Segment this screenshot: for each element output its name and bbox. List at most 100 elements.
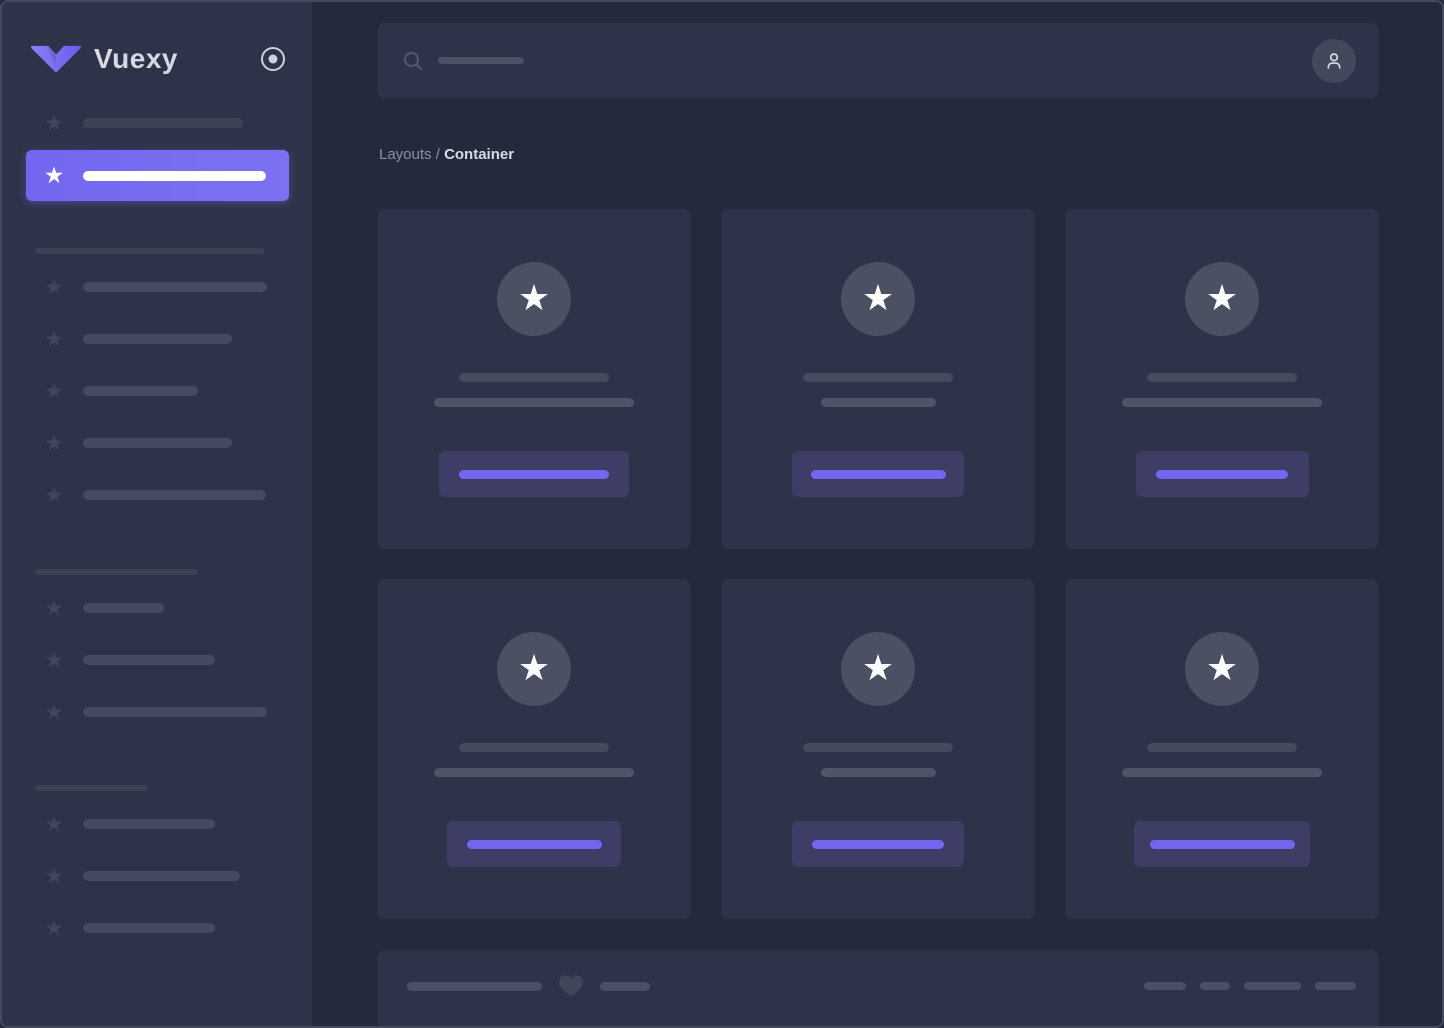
section-items: ★ ★ ★ — [2, 596, 312, 724]
sidebar-pin-toggle-icon[interactable] — [260, 46, 286, 72]
star-icon: ★ — [44, 812, 64, 836]
card-title-bar — [803, 743, 953, 752]
sidebar-menu-item[interactable]: ★ — [2, 379, 312, 403]
sidebar-menu-item[interactable]: ★ — [2, 812, 312, 836]
card-subtitle-bar — [1122, 398, 1322, 407]
button-label-bar — [466, 839, 602, 849]
footer-link-bar[interactable] — [1315, 982, 1356, 990]
star-icon: ★ — [44, 379, 64, 403]
card-action-button[interactable] — [447, 821, 621, 867]
sidebar-menu-item[interactable]: ★ — [2, 275, 312, 299]
sidebar-menu-item[interactable]: ★ — [2, 700, 312, 724]
card-subtitle-bar — [820, 398, 936, 407]
sidebar-menu-item[interactable]: ★ — [2, 864, 312, 888]
feature-card: ★ — [378, 209, 690, 549]
sidebar-sections: ★ ★ ★ ★ ★ ★ ★ ★ ★ ★ ★ — [2, 248, 312, 940]
star-avatar: ★ — [1185, 632, 1259, 706]
section-header-bar — [35, 248, 265, 254]
brand-name: Vuexy — [94, 43, 178, 74]
menu-item-bar — [83, 282, 267, 292]
sidebar-menu-item[interactable]: ★ — [2, 648, 312, 672]
feature-card: ★ — [1066, 579, 1378, 919]
sidebar-menu-item[interactable]: ★ — [2, 431, 312, 455]
footer-bar — [378, 950, 1378, 1026]
star-icon: ★ — [44, 111, 64, 135]
feature-card: ★ — [722, 579, 1034, 919]
section-header-bar — [35, 785, 147, 791]
search-icon — [404, 51, 423, 70]
search-placeholder-bar — [438, 57, 524, 64]
button-label-bar — [1149, 839, 1295, 849]
star-avatar: ★ — [1185, 262, 1259, 336]
button-label-bar — [812, 839, 944, 849]
star-icon: ★ — [44, 864, 64, 888]
star-icon: ★ — [44, 700, 64, 724]
cards-grid: ★ ★ ★ ★ ★ ★ — [378, 209, 1378, 919]
breadcrumb-current: Container — [444, 146, 515, 163]
menu-item-bar — [83, 438, 232, 448]
card-subtitle-bar — [1122, 768, 1322, 777]
user-icon — [1327, 52, 1341, 69]
sidebar: Vuexy ★ ★ ★ ★ ★ ★ ★ ★ ★ ★ ★ ★ ★ — [2, 2, 312, 1026]
menu-item-bar — [83, 923, 215, 933]
card-subtitle-bar — [434, 768, 634, 777]
star-icon: ★ — [44, 483, 64, 507]
star-avatar: ★ — [841, 632, 915, 706]
card-subtitle-bar — [434, 398, 634, 407]
footer-link-bar[interactable] — [1200, 982, 1230, 990]
menu-item-bar — [83, 871, 240, 881]
heart-icon — [559, 975, 583, 997]
card-action-button[interactable] — [792, 821, 964, 867]
star-avatar: ★ — [497, 262, 571, 336]
user-avatar-button[interactable] — [1312, 38, 1356, 83]
star-icon: ★ — [44, 431, 64, 455]
sidebar-menu-item[interactable]: ★ — [2, 327, 312, 351]
section-items: ★ ★ ★ — [2, 812, 312, 940]
sidebar-menu-item-active[interactable]: ★ — [26, 150, 289, 201]
card-action-button[interactable] — [1135, 451, 1309, 497]
menu-item-bar — [83, 490, 266, 500]
footer-link-bar[interactable] — [1244, 982, 1301, 990]
card-action-button[interactable] — [792, 451, 964, 497]
button-label-bar — [459, 469, 609, 479]
star-icon: ★ — [1205, 648, 1239, 689]
feature-card: ★ — [722, 209, 1034, 549]
sidebar-section: ★ ★ ★ — [2, 785, 312, 940]
button-label-bar — [1156, 469, 1288, 479]
app-window: Vuexy ★ ★ ★ ★ ★ ★ ★ ★ ★ ★ ★ ★ ★ Layouts … — [0, 0, 1444, 1028]
star-avatar: ★ — [497, 632, 571, 706]
star-icon: ★ — [44, 916, 64, 940]
breadcrumb: Layouts / Container — [379, 146, 514, 163]
menu-item-bar — [83, 118, 243, 128]
section-header-bar — [35, 569, 198, 575]
card-title-bar — [1147, 743, 1297, 752]
star-icon: ★ — [43, 162, 65, 189]
sidebar-menu-item[interactable]: ★ — [2, 111, 312, 135]
sidebar-menu-item[interactable]: ★ — [2, 483, 312, 507]
star-icon: ★ — [1205, 278, 1239, 319]
star-icon: ★ — [861, 648, 895, 689]
menu-item-bar — [83, 334, 232, 344]
card-action-button[interactable] — [439, 451, 629, 497]
breadcrumb-section[interactable]: Layouts — [379, 146, 432, 163]
feature-card: ★ — [378, 579, 690, 919]
star-icon: ★ — [861, 278, 895, 319]
card-subtitle-bar — [820, 768, 936, 777]
star-icon: ★ — [44, 275, 64, 299]
global-search-bar[interactable] — [378, 23, 1378, 98]
button-label-bar — [810, 469, 946, 479]
sidebar-menu-item[interactable]: ★ — [2, 916, 312, 940]
star-avatar: ★ — [841, 262, 915, 336]
sidebar-section: ★ ★ ★ ★ ★ — [2, 248, 312, 507]
footer-link-bar[interactable] — [1144, 982, 1186, 990]
menu-item-bar — [83, 655, 215, 665]
sidebar-menu-item[interactable]: ★ — [2, 596, 312, 620]
vuexy-logo-icon — [31, 45, 81, 73]
brand-header: Vuexy — [31, 40, 286, 78]
menu-item-bar — [83, 603, 164, 613]
menu-item-bar — [83, 386, 198, 396]
card-action-button[interactable] — [1134, 821, 1310, 867]
section-items: ★ ★ ★ ★ ★ — [2, 275, 312, 507]
star-icon: ★ — [44, 648, 64, 672]
footer-links — [1144, 982, 1356, 990]
